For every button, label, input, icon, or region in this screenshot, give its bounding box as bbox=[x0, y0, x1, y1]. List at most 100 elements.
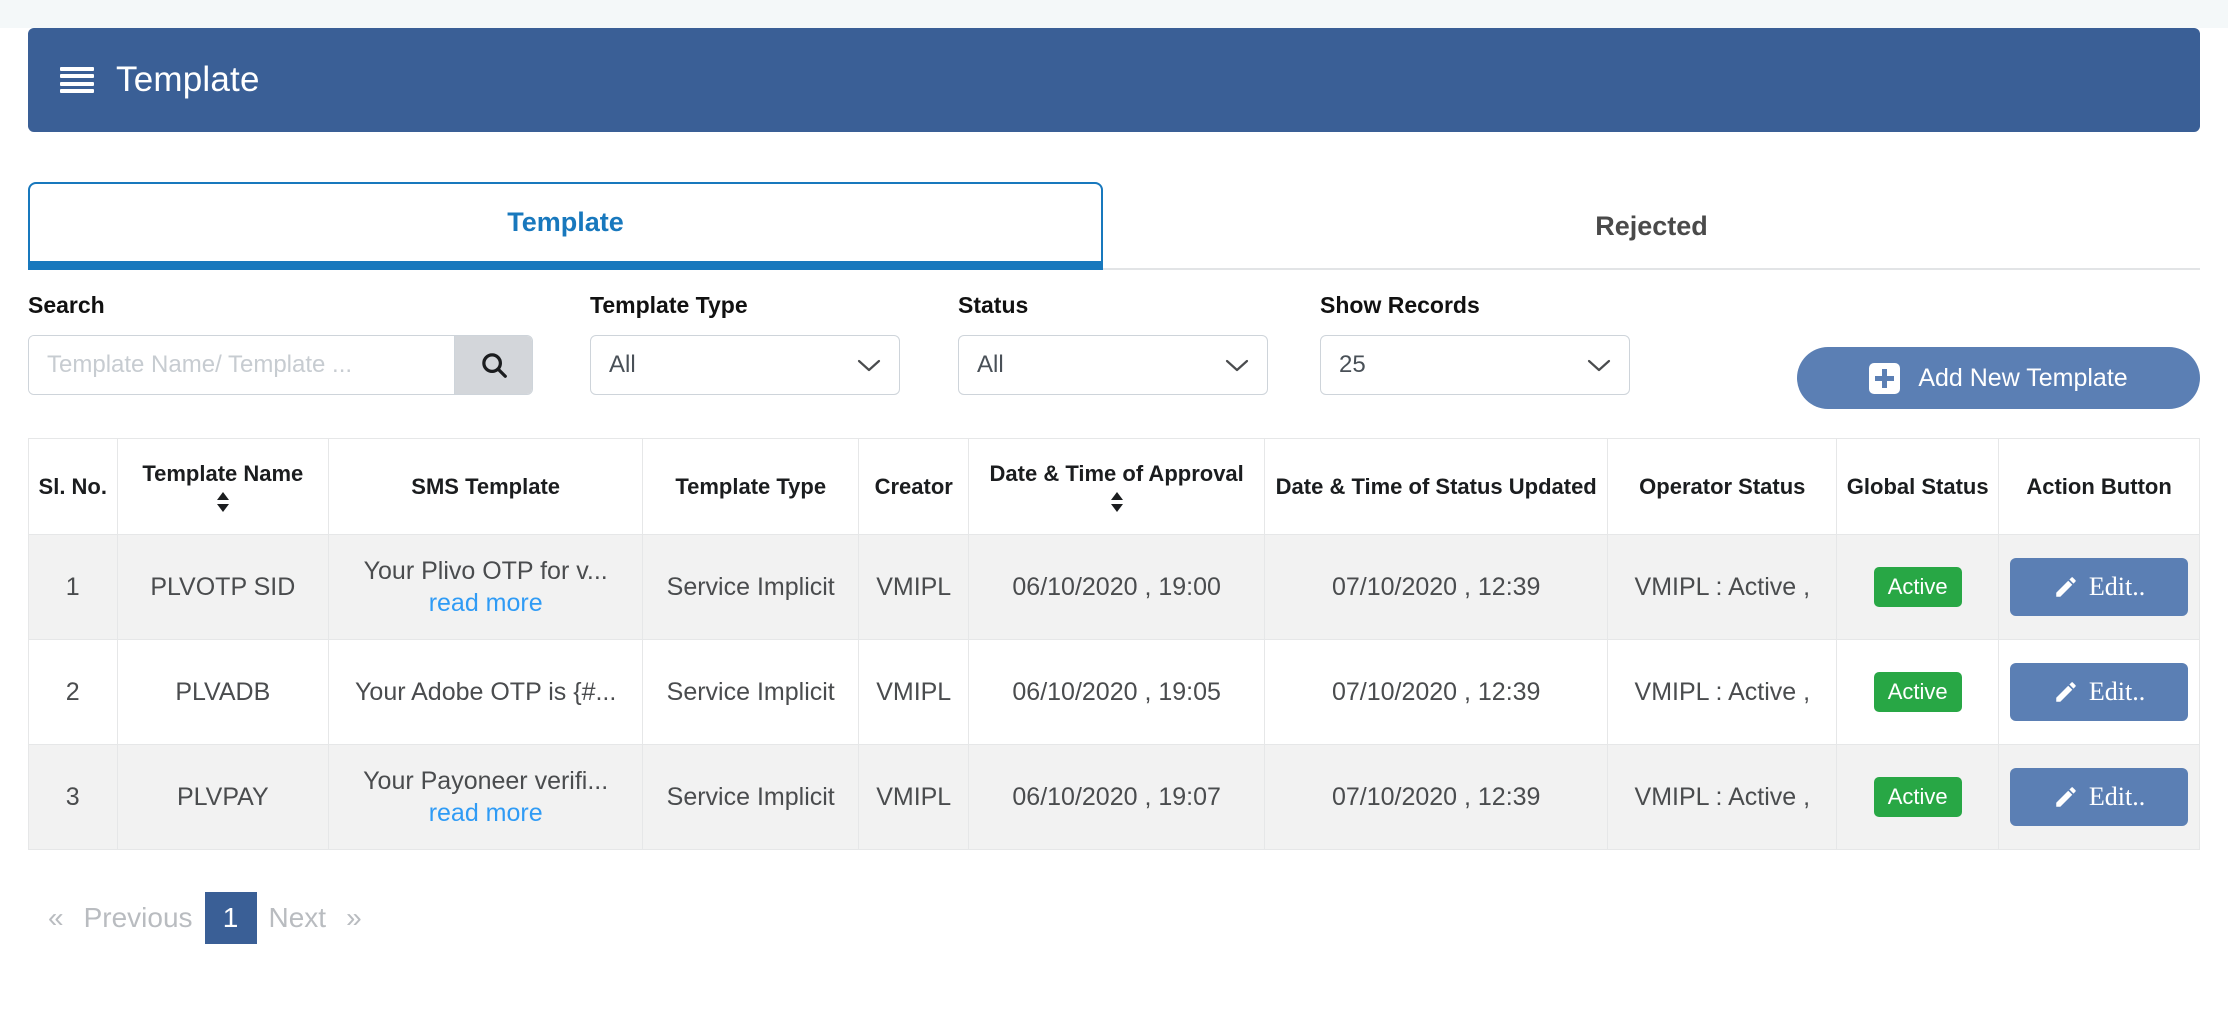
status-label: Status bbox=[958, 292, 1268, 319]
pagination: « Previous 1 Next » bbox=[40, 892, 370, 944]
app-header: Template bbox=[28, 28, 2200, 132]
column-header-status-updated-date-label: Date & Time of Status Updated bbox=[1276, 474, 1597, 499]
cell-template-type: Service Implicit bbox=[643, 535, 859, 640]
edit-button[interactable]: Edit.. bbox=[2010, 768, 2188, 826]
column-header-action-button: Action Button bbox=[1999, 439, 2200, 535]
edit-button-label: Edit.. bbox=[2089, 782, 2145, 812]
show-records-label: Show Records bbox=[1320, 292, 1630, 319]
cell-operator-status: VMIPL : Active , bbox=[1608, 745, 1837, 850]
column-header-sl-no-label: Sl. No. bbox=[39, 474, 107, 499]
pagination-previous[interactable]: Previous bbox=[72, 892, 205, 944]
column-header-creator: Creator bbox=[859, 439, 969, 535]
sort-arrows-icon bbox=[215, 491, 231, 513]
template-type-group: Template Type All bbox=[590, 292, 900, 395]
cell-global-status: Active bbox=[1837, 640, 1999, 745]
cell-template-type: Service Implicit bbox=[643, 745, 859, 850]
column-header-status-updated-date: Date & Time of Status Updated bbox=[1265, 439, 1608, 535]
show-records-group: Show Records 25 bbox=[1320, 292, 1630, 395]
top-strip bbox=[0, 0, 2228, 28]
column-header-sms-template-label: SMS Template bbox=[411, 474, 560, 499]
cell-status-updated-datetime: 07/10/2020 , 12:39 bbox=[1265, 535, 1608, 640]
column-header-template-name[interactable]: Template Name bbox=[117, 439, 329, 535]
plus-icon bbox=[1869, 363, 1900, 394]
edit-button[interactable]: Edit.. bbox=[2010, 663, 2188, 721]
cell-global-status: Active bbox=[1837, 535, 1999, 640]
pagination-last-chevron[interactable]: » bbox=[338, 892, 370, 944]
template-page: Template Template Rejected Search bbox=[0, 0, 2228, 1012]
column-header-approval-date[interactable]: Date & Time of Approval bbox=[969, 439, 1265, 535]
status-select[interactable]: All bbox=[958, 335, 1268, 395]
cell-status-updated-datetime: 07/10/2020 , 12:39 bbox=[1265, 640, 1608, 745]
templates-table-wrapper: Sl. No. Template Name SMS Template Templ… bbox=[28, 438, 2200, 850]
cell-template-name: PLVPAY bbox=[117, 745, 329, 850]
cell-creator: VMIPL bbox=[859, 745, 969, 850]
column-header-creator-label: Creator bbox=[875, 474, 953, 499]
cell-status-updated-datetime: 07/10/2020 , 12:39 bbox=[1265, 745, 1608, 850]
column-header-operator-status-label: Operator Status bbox=[1639, 474, 1805, 499]
tab-rejected-label: Rejected bbox=[1595, 211, 1708, 242]
show-records-select-wrap: 25 bbox=[1320, 335, 1630, 395]
add-new-template-button[interactable]: Add New Template bbox=[1797, 347, 2200, 409]
search-input[interactable] bbox=[29, 336, 454, 394]
cell-sms-template: Your Payoneer verifi... read more bbox=[329, 745, 643, 850]
filter-bar: Search Template Type All bbox=[28, 292, 2200, 407]
cell-template-type: Service Implicit bbox=[643, 640, 859, 745]
templates-table: Sl. No. Template Name SMS Template Templ… bbox=[28, 438, 2200, 850]
show-records-select[interactable]: 25 bbox=[1320, 335, 1630, 395]
edit-button-label: Edit.. bbox=[2089, 677, 2145, 707]
status-badge: Active bbox=[1874, 777, 1962, 817]
tab-template-label: Template bbox=[507, 207, 624, 238]
cell-action: Edit.. bbox=[1999, 640, 2200, 745]
add-new-template-label: Add New Template bbox=[1918, 364, 2127, 393]
status-badge: Active bbox=[1874, 672, 1962, 712]
cell-creator: VMIPL bbox=[859, 535, 969, 640]
pagination-next[interactable]: Next bbox=[257, 892, 339, 944]
cell-operator-status: VMIPL : Active , bbox=[1608, 640, 1837, 745]
status-badge: Active bbox=[1874, 567, 1962, 607]
tab-rejected[interactable]: Rejected bbox=[1103, 182, 2200, 270]
cell-sms-template: Your Adobe OTP is {#... bbox=[329, 640, 643, 745]
cell-approval-datetime: 06/10/2020 , 19:05 bbox=[969, 640, 1265, 745]
search-label: Search bbox=[28, 292, 533, 319]
search-wrapper bbox=[28, 335, 533, 395]
cell-sms-template: Your Plivo OTP for v... read more bbox=[329, 535, 643, 640]
edit-button-label: Edit.. bbox=[2089, 572, 2145, 602]
pencil-icon bbox=[2053, 784, 2079, 810]
table-row: 1 PLVOTP SID Your Plivo OTP for v... rea… bbox=[29, 535, 2200, 640]
pencil-icon bbox=[2053, 574, 2079, 600]
read-more-link[interactable]: read more bbox=[429, 589, 543, 617]
column-header-sl-no: Sl. No. bbox=[29, 439, 118, 535]
column-header-operator-status: Operator Status bbox=[1608, 439, 1837, 535]
tab-template[interactable]: Template bbox=[28, 182, 1103, 270]
hamburger-icon[interactable] bbox=[60, 67, 94, 93]
edit-button[interactable]: Edit.. bbox=[2010, 558, 2188, 616]
column-header-global-status-label: Global Status bbox=[1847, 474, 1989, 499]
column-header-action-button-label: Action Button bbox=[2026, 474, 2171, 499]
search-button[interactable] bbox=[454, 336, 532, 394]
tab-bar: Template Rejected bbox=[28, 182, 2200, 270]
column-header-sms-template: SMS Template bbox=[329, 439, 643, 535]
cell-sl-no: 3 bbox=[29, 745, 118, 850]
column-header-template-type: Template Type bbox=[643, 439, 859, 535]
template-type-select[interactable]: All bbox=[590, 335, 900, 395]
cell-global-status: Active bbox=[1837, 745, 1999, 850]
read-more-link[interactable]: read more bbox=[429, 799, 543, 827]
cell-sl-no: 2 bbox=[29, 640, 118, 745]
sms-template-text: Your Adobe OTP is {#... bbox=[355, 678, 616, 706]
table-row: 2 PLVADB Your Adobe OTP is {#... Service… bbox=[29, 640, 2200, 745]
cell-template-name: PLVOTP SID bbox=[117, 535, 329, 640]
cell-action: Edit.. bbox=[1999, 535, 2200, 640]
cell-action: Edit.. bbox=[1999, 745, 2200, 850]
status-select-wrap: All bbox=[958, 335, 1268, 395]
table-row: 3 PLVPAY Your Payoneer verifi... read mo… bbox=[29, 745, 2200, 850]
table-header-row: Sl. No. Template Name SMS Template Templ… bbox=[29, 439, 2200, 535]
pagination-page-1[interactable]: 1 bbox=[205, 892, 257, 944]
page-title: Template bbox=[116, 60, 260, 100]
template-type-value: All bbox=[609, 351, 636, 379]
sort-arrows-icon bbox=[1109, 491, 1125, 513]
column-header-approval-date-label: Date & Time of Approval bbox=[990, 461, 1244, 486]
table-body: 1 PLVOTP SID Your Plivo OTP for v... rea… bbox=[29, 535, 2200, 850]
show-records-value: 25 bbox=[1339, 351, 1366, 379]
pagination-first-chevron[interactable]: « bbox=[40, 892, 72, 944]
cell-sl-no: 1 bbox=[29, 535, 118, 640]
